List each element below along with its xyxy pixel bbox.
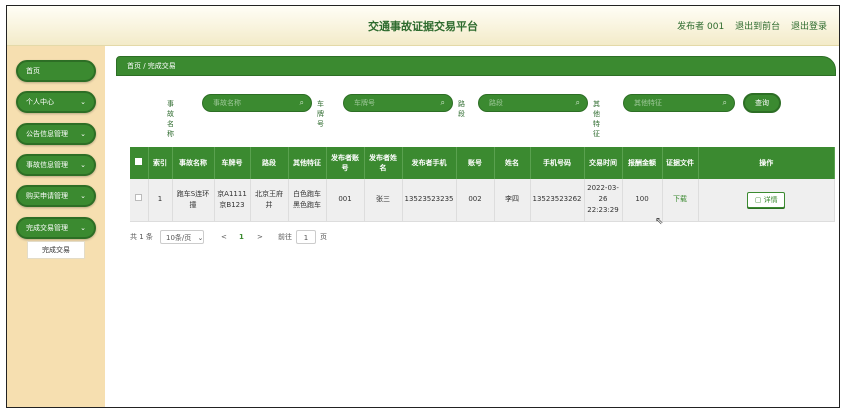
chevron-down-icon: ⌄ [197,234,204,242]
goto-page-input[interactable]: 1 [296,230,316,244]
plate-input[interactable]: 车牌号 ⌕ [343,94,453,112]
cell-actions: ▢ 详情 [698,179,835,222]
input-placeholder: 其他特征 [634,99,662,107]
sidebar-item-completed-trade-management[interactable]: 完成交易管理 ⌄ [16,217,96,239]
column-header: 发布者手机 [402,147,457,179]
logout-link[interactable]: 退出登录 [791,22,827,32]
sidebar-item-accident-management[interactable]: 事故信息管理 ⌄ [16,154,96,176]
cell-account: 002 [456,179,495,222]
column-header: 路段 [250,147,289,179]
column-header: 发布者账号 [326,147,365,179]
column-header: 账号 [456,147,495,179]
sidebar-item-label: 完成交易管理 [26,224,68,232]
chevron-down-icon: ⌄ [80,192,86,200]
cell-evidence-file: 下载 [662,179,699,222]
column-header: 其他特征 [288,147,327,179]
column-header: 操作 [698,147,835,179]
mouse-cursor-icon: ⇖ [655,216,664,227]
accident-name-input[interactable]: 事故名称 ⌕ [202,94,312,112]
search-label-other-feature: 其他特征 [593,100,600,138]
input-placeholder: 事故名称 [213,99,241,107]
search-label-road: 路段 [458,100,465,118]
road-input[interactable]: 路段 ⌕ [478,94,588,112]
download-link[interactable]: 下载 [673,195,687,203]
prev-page-button[interactable]: < [221,230,227,244]
current-page[interactable]: 1 [239,230,244,244]
search-icon: ⌕ [575,98,580,107]
column-header: 证据文件 [662,147,699,179]
goto-unit: 页 [320,233,327,241]
search-label-accident-name: 事故名称 [167,100,174,138]
column-header: 车牌号 [214,147,251,179]
chevron-down-icon: ⌄ [80,224,86,232]
search-icon: ⌕ [440,98,445,107]
cell-index: 1 [148,179,173,222]
chevron-down-icon: ⌄ [80,98,86,106]
column-header: 姓名 [494,147,531,179]
current-user: 发布者 001 [677,22,725,32]
other-feature-input[interactable]: 其他特征 ⌕ [623,94,735,112]
page-size-select[interactable]: 10条/页 ⌄ [160,230,204,244]
search-label-plate: 车牌号 [317,100,324,128]
select-all-checkbox[interactable] [135,158,143,165]
chevron-down-icon: ⌄ [80,130,86,138]
cell-pub-phone: 13523523235 [402,179,457,222]
sidebar-item-notice-management[interactable]: 公告信息管理 ⌄ [16,123,96,145]
cell-feature: 白色跑车黑色跑车 [288,179,327,222]
input-placeholder: 车牌号 [354,99,375,107]
column-header: 索引 [148,147,173,179]
cell-phone: 13523523262 [530,179,585,222]
header-user-area: 发布者 001 退出到前台 退出登录 [669,19,827,32]
detail-button-label: 详情 [763,195,778,204]
cell-amount: 100 [622,179,663,222]
cell-pub-name: 张三 [364,179,403,222]
sidebar-subitem-completed-trade[interactable]: 完成交易 [27,241,85,259]
top-header: 交通事故证据交易平台 发布者 001 退出到前台 退出登录 [7,6,839,46]
column-header: 发布者姓名 [364,147,403,179]
sidebar-item-home[interactable]: 首页 [16,60,96,82]
table-row: 1 跑车S连环撞 京A1111京B123 北京王府井 白色跑车黑色跑车 001 … [130,179,835,222]
cell-road: 北京王府井 [250,179,289,222]
goto-label: 前往 [278,233,292,241]
page-size-value: 10条/页 [166,234,192,242]
column-header: 手机号码 [530,147,585,179]
input-placeholder: 路段 [489,99,503,107]
chevron-down-icon: ⌄ [80,161,86,169]
cell-user-name: 李四 [494,179,531,222]
detail-button[interactable]: ▢ 详情 [747,191,786,208]
column-header: 报酬金额 [622,147,663,179]
cell-plate: 京A1111京B123 [214,179,251,222]
sidebar-item-label: 事故信息管理 [26,161,68,169]
exit-to-front-link[interactable]: 退出到前台 [735,22,780,32]
total-count: 共 1 条 [130,233,153,241]
column-header: 交易时间 [584,147,623,179]
table-header-row: 索引 事故名称 车牌号 路段 其他特征 发布者账号 发布者姓名 发布者手机 账号… [130,147,835,179]
sidebar-item-label: 公告信息管理 [26,130,68,138]
search-icon: ⌕ [722,98,727,107]
query-button[interactable]: 查询 [743,93,781,113]
sidebar-item-personal-center[interactable]: 个人中心 ⌄ [16,91,96,113]
main-content: 首页 / 完成交易 事故名称 事故名称 ⌕ 车牌号 车牌号 ⌕ 路段 路段 ⌕ … [105,46,839,407]
document-icon: ▢ [754,195,762,204]
breadcrumb: 首页 / 完成交易 [116,56,836,76]
cell-trade-time: 2022-03-26 22:23:29 [584,179,623,222]
next-page-button[interactable]: > [257,230,263,244]
search-icon: ⌕ [299,98,304,107]
sidebar-item-label: 首页 [26,67,40,75]
sidebar: 首页 个人中心 ⌄ 公告信息管理 ⌄ 事故信息管理 ⌄ 购买申请管理 ⌄ 完成交… [7,46,105,407]
sidebar-item-label: 购买申请管理 [26,192,68,200]
row-checkbox[interactable] [135,194,143,202]
cell-pub-account: 001 [326,179,365,222]
sidebar-item-label: 个人中心 [26,98,54,106]
select-all-header[interactable] [130,147,149,179]
column-header: 事故名称 [172,147,215,179]
sidebar-item-purchase-management[interactable]: 购买申请管理 ⌄ [16,185,96,207]
cell-accident-name: 跑车S连环撞 [172,179,215,222]
row-select-cell[interactable] [130,179,149,222]
app-frame: 交通事故证据交易平台 发布者 001 退出到前台 退出登录 首页 个人中心 ⌄ … [6,5,840,408]
completed-trade-table: 索引 事故名称 车牌号 路段 其他特征 发布者账号 发布者姓名 发布者手机 账号… [130,147,835,222]
